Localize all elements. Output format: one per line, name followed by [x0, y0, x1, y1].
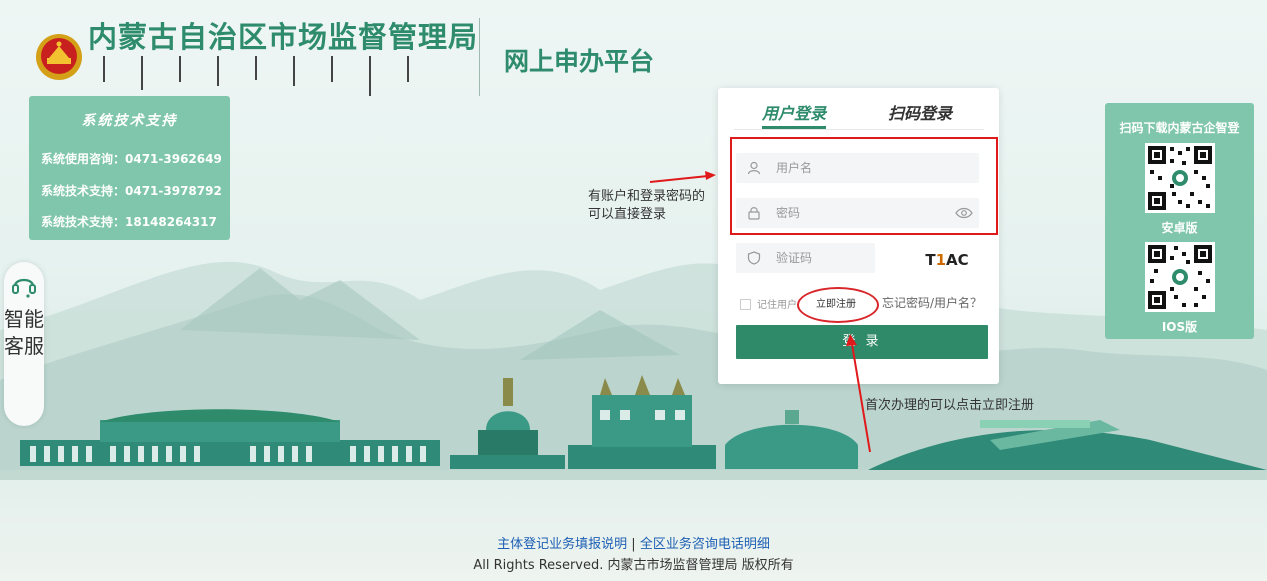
org-title: 内蒙古自治区市场监督管理局	[88, 20, 479, 54]
footer-link-phone[interactable]: 全区业务咨询电话明细	[640, 537, 770, 552]
active-tab-indicator	[762, 126, 826, 129]
ios-qr-code	[1145, 242, 1215, 312]
support-line-consult: 系统使用咨询：0471-3962649	[41, 152, 222, 166]
footer-separator: |	[631, 537, 636, 552]
android-label: 安卓版	[1161, 221, 1198, 235]
android-qr-code	[1145, 143, 1215, 213]
captcha-char-1: T	[925, 251, 936, 269]
mongolian-script	[103, 56, 409, 96]
captcha-char-3: AC	[946, 251, 969, 269]
login-card: 用户登录 扫码登录 T1AC 记住用户 立即注册 忘记密码/用户名？ 登 录	[718, 88, 999, 384]
footer-links: 主体登记业务填报说明 | 全区业务咨询电话明细	[0, 533, 1267, 552]
captcha-field	[736, 243, 875, 273]
tab-divider	[734, 129, 984, 130]
tab-user-login[interactable]: 用户登录	[762, 100, 826, 124]
captcha-image[interactable]: T1AC	[914, 248, 980, 272]
note-direct-login: 有账户和登录密码的 可以直接登录	[588, 188, 705, 224]
headset-icon	[12, 278, 36, 298]
smart-service-label: 智能客服	[4, 307, 44, 358]
footer-link-guide[interactable]: 主体登记业务填报说明	[497, 537, 627, 552]
support-line-tech-1: 系统技术支持：0471-3978792	[41, 184, 222, 198]
ios-label: IOS版	[1161, 320, 1198, 334]
note-direct-login-line2: 可以直接登录	[588, 207, 667, 222]
highlight-box	[730, 137, 998, 235]
remember-user[interactable]: 记住用户	[740, 296, 797, 311]
support-title: 系统技术支持	[81, 113, 178, 129]
support-line-tech-2: 系统技术支持：18148264317	[41, 215, 217, 229]
national-emblem-icon	[36, 34, 82, 80]
note-register: 首次办理的可以点击立即注册	[865, 398, 1035, 413]
header-divider	[479, 18, 480, 96]
remember-label: 记住用户	[757, 300, 797, 311]
app-download-title: 扫码下载内蒙古企智登	[1119, 121, 1240, 135]
support-panel: 系统技术支持 系统使用咨询：0471-3962649 系统技术支持：0471-3…	[29, 96, 230, 240]
captcha-input[interactable]	[776, 243, 866, 273]
tab-scan-login[interactable]: 扫码登录	[888, 100, 952, 124]
register-highlight-ellipse	[797, 287, 879, 323]
smart-service-button[interactable]: 智能客服	[4, 262, 44, 426]
footer-copyright: All Rights Reserved. 内蒙古市场监督管理局 版权所有	[473, 558, 794, 573]
captcha-char-2: 1	[935, 251, 947, 269]
forgot-password-link[interactable]: 忘记密码/用户名？	[882, 294, 982, 311]
note-direct-login-line1: 有账户和登录密码的	[588, 189, 706, 204]
app-download-panel: 扫码下载内蒙古企智登 安卓版 IOS版	[1105, 103, 1254, 339]
shield-icon	[747, 251, 761, 265]
login-button[interactable]: 登 录	[736, 325, 988, 359]
platform-title: 网上申办平台	[504, 47, 655, 76]
remember-checkbox[interactable]	[740, 299, 751, 310]
